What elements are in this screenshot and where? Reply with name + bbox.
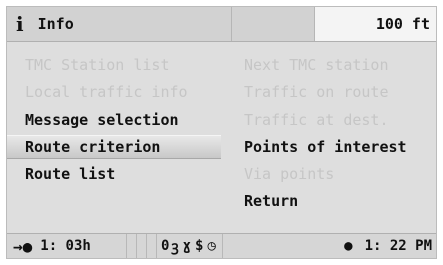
distance-display: 100 ft: [315, 7, 436, 41]
menu-points-of-interest[interactable]: Points of interest: [244, 135, 407, 159]
dollar-icon: $: [195, 238, 204, 254]
menu-via-points: Via points: [244, 165, 335, 183]
menu-next-tmc-station: Next TMC station: [244, 56, 389, 74]
status-separator: [137, 234, 147, 258]
arrow-right-icon: →●: [13, 236, 33, 256]
menu-message-selection[interactable]: Message selection: [25, 108, 179, 132]
clock-icon: ◷: [207, 238, 216, 254]
satellite-count: 0: [161, 238, 170, 254]
menu-tmc-station-list: TMC Station list: [25, 56, 170, 74]
status-icons-segment: 0 ꝫ ɣ $ ◷: [157, 234, 223, 258]
menu-route-list[interactable]: Route list: [25, 162, 115, 186]
menu-traffic-at-dest: Traffic at dest.: [244, 111, 389, 129]
nav-screen: i Info 100 ft TMC Station list Local tra…: [6, 6, 437, 259]
dot-icon: ●: [344, 238, 353, 254]
travel-time-segment: →● 1: 03h: [7, 234, 127, 258]
title-area: i Info: [7, 7, 232, 41]
header-blank: [232, 7, 315, 41]
menu-route-criterion[interactable]: Route criterion: [25, 135, 160, 159]
satellite-icon: ꝫ: [171, 238, 179, 255]
clock-segment: ● 1: 22 PM: [223, 234, 436, 258]
menu-return[interactable]: Return: [244, 189, 298, 213]
travel-time: 1: 03h: [40, 238, 91, 254]
menu-local-traffic-info: Local traffic info: [25, 83, 188, 101]
status-separator: [127, 234, 137, 258]
status-bar: →● 1: 03h 0 ꝫ ɣ $ ◷ ● 1: 22 PM: [7, 233, 436, 258]
page-title: Info: [37, 15, 74, 33]
header-bar: i Info 100 ft: [7, 7, 436, 42]
clock-display: 1: 22 PM: [364, 238, 432, 254]
menu-traffic-on-route: Traffic on route: [244, 83, 389, 101]
status-separator: [147, 234, 157, 258]
antenna-icon: ɣ: [182, 238, 192, 254]
info-icon: i: [16, 12, 24, 36]
